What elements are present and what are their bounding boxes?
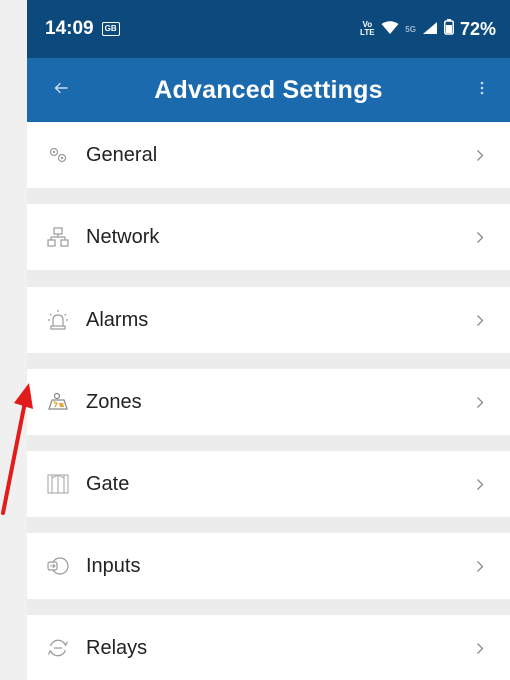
battery-percent: 72%: [459, 18, 496, 39]
settings-item-label: Inputs: [86, 554, 141, 577]
status-bar: 14:09 GB Vo LTE 5G 72%: [27, 0, 510, 58]
gate-icon: [47, 473, 69, 495]
settings-item-zones[interactable]: Zones: [27, 369, 510, 435]
status-right: Vo LTE 5G 72%: [359, 18, 496, 40]
settings-item-label: General: [86, 143, 158, 166]
chevron-right-icon: [470, 560, 490, 573]
settings-item-inputs[interactable]: Inputs: [27, 533, 510, 599]
network-type: 5G: [405, 24, 416, 34]
wifi-icon: [381, 19, 399, 40]
settings-item-label: Zones: [86, 390, 142, 413]
network-icon: [47, 226, 69, 248]
app-bar: Advanced Settings: [27, 58, 510, 122]
status-left: 14:09 GB: [45, 18, 120, 40]
chevron-right-icon: [470, 231, 490, 244]
back-button[interactable]: [49, 78, 73, 102]
relay-icon: [47, 637, 69, 659]
status-time: 14:09: [45, 18, 94, 39]
annotation-arrow-icon: [1, 383, 33, 515]
siren-icon: [47, 309, 69, 331]
screen: 14:09 GB Vo LTE 5G 72% Advanced Settings…: [0, 0, 510, 680]
settings-item-label: Relays: [86, 636, 148, 659]
chevron-right-icon: [470, 396, 490, 409]
volte-indicator: Vo LTE: [360, 20, 375, 37]
battery-icon: [443, 18, 454, 40]
gears-icon: [47, 144, 69, 166]
settings-item-label: Gate: [86, 472, 130, 495]
zones-icon: [47, 391, 69, 413]
settings-item-relays[interactable]: Relays: [27, 615, 510, 680]
arrow-left-icon: [54, 81, 68, 99]
chevron-right-icon: [470, 149, 490, 162]
phone-screen: 14:09 GB Vo LTE 5G 72% Advanced Settings…: [27, 0, 510, 680]
settings-item-network[interactable]: Network: [27, 204, 510, 270]
signal-icon: [422, 19, 438, 40]
chevron-right-icon: [470, 314, 490, 327]
chevron-right-icon: [470, 478, 490, 491]
settings-item-alarms[interactable]: Alarms: [27, 287, 510, 353]
settings-item-general[interactable]: General: [27, 122, 510, 188]
kebab-menu-icon: [480, 81, 484, 100]
settings-item-gate[interactable]: Gate: [27, 451, 510, 517]
sim-badge: GB: [101, 22, 120, 36]
settings-item-label: Network: [86, 225, 160, 248]
overflow-menu-button[interactable]: [470, 78, 494, 102]
settings-item-label: Alarms: [86, 308, 149, 331]
page-title: Advanced Settings: [154, 75, 383, 104]
chevron-right-icon: [470, 642, 490, 655]
input-icon: [47, 555, 69, 577]
